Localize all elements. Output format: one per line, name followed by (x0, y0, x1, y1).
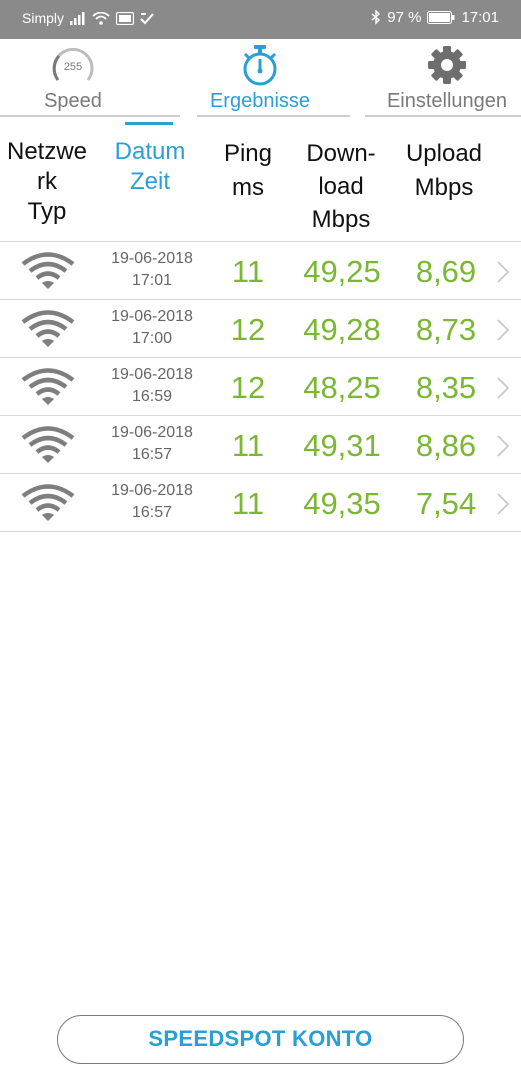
result-row[interactable]: 19-06-2018 16:57 11 49,31 8,86 (0, 416, 521, 474)
stopwatch-icon (239, 44, 281, 93)
chevron-right-icon (496, 492, 510, 521)
speedspot-account-button[interactable]: SPEEDSPOT KONTO (57, 1015, 464, 1064)
result-date: 19-06-2018 (111, 308, 193, 325)
speedometer-icon: 255 (50, 44, 96, 91)
status-bar-left: Simply (22, 10, 154, 26)
header-download-line2: load (318, 173, 364, 200)
result-download: 49,31 (303, 428, 381, 463)
tab-speed[interactable]: 255 Speed (20, 39, 126, 117)
result-ping: 12 (230, 312, 266, 347)
status-bar-right: 97 % 17:01 (371, 9, 499, 26)
result-ping: 11 (231, 486, 265, 521)
chevron-right-icon (496, 376, 510, 405)
result-time: 17:01 (131, 272, 173, 289)
wifi-icon (20, 425, 76, 470)
header-download-line1: Down- (306, 140, 376, 167)
battery-percent: 97 % (387, 9, 422, 26)
result-download: 49,35 (303, 486, 381, 521)
result-upload: 7,54 (415, 486, 477, 521)
result-time: 16:59 (131, 388, 173, 405)
header-download-line3: Mbps (311, 206, 371, 233)
result-row[interactable]: 19-06-2018 16:57 11 49,35 7,54 (0, 474, 521, 532)
header-network-type[interactable]: Netzwe rk Typ (0, 137, 94, 227)
result-datetime: 19-06-2018 16:57 (96, 480, 208, 524)
header-network-line1: Netzwe (6, 138, 88, 165)
results-table-header: Netzwe rk Typ Datum Zeit Ping ms Down- l… (0, 117, 521, 242)
chevron-right-icon (496, 434, 510, 463)
gear-icon (426, 44, 468, 91)
result-upload: 8,86 (415, 428, 477, 463)
check-notification-icon (140, 12, 154, 25)
result-date: 19-06-2018 (111, 482, 193, 499)
header-date-line1: Datum (114, 138, 186, 165)
tv-app-icon (116, 11, 135, 25)
header-network-line2: rk (37, 168, 57, 195)
chevron-right-icon (496, 260, 510, 289)
result-upload: 8,69 (415, 254, 477, 289)
header-download[interactable]: Down- load Mbps (294, 137, 388, 236)
bluetooth-icon (371, 10, 381, 25)
result-datetime: 19-06-2018 16:57 (96, 422, 208, 466)
tab-einstellungen-label: Einstellungen (386, 90, 508, 112)
header-ping-line1: Ping (223, 140, 273, 167)
carrier-name: Simply (22, 10, 65, 26)
result-ping: 11 (231, 254, 265, 289)
tab-ergebnisse[interactable]: Ergebnisse (200, 39, 320, 117)
header-network-line3: Typ (27, 198, 67, 225)
result-date: 19-06-2018 (111, 366, 193, 383)
result-time: 17:00 (131, 330, 173, 347)
speed-gauge-value: 255 (64, 61, 82, 73)
wifi-icon (20, 367, 76, 412)
tab-bar: 255 Speed Ergebnisse Einstellungen (0, 39, 521, 117)
result-datetime: 19-06-2018 17:01 (96, 248, 208, 292)
result-date: 19-06-2018 (111, 424, 193, 441)
result-ping: 12 (230, 370, 266, 405)
result-download: 49,28 (303, 312, 381, 347)
header-upload-line1: Upload (405, 140, 483, 167)
header-upload-line2: Mbps (414, 174, 474, 201)
result-download: 49,25 (303, 254, 381, 289)
result-time: 16:57 (131, 504, 173, 521)
result-download: 48,25 (303, 370, 381, 405)
result-row[interactable]: 19-06-2018 16:59 12 48,25 8,35 (0, 358, 521, 416)
clock: 17:01 (461, 9, 499, 26)
result-date: 19-06-2018 (111, 250, 193, 267)
result-ping: 11 (231, 428, 265, 463)
result-datetime: 19-06-2018 16:59 (96, 364, 208, 408)
result-upload: 8,73 (415, 312, 477, 347)
chevron-right-icon (496, 318, 510, 347)
result-row[interactable]: 19-06-2018 17:01 11 49,25 8,69 (0, 242, 521, 300)
tab-ergebnisse-label: Ergebnisse (209, 90, 311, 112)
battery-icon (427, 11, 455, 24)
result-time: 16:57 (131, 446, 173, 463)
result-upload: 8,35 (415, 370, 477, 405)
header-ping[interactable]: Ping ms (214, 137, 282, 205)
header-upload[interactable]: Upload Mbps (396, 137, 492, 205)
tab-speed-label: Speed (44, 90, 102, 112)
header-date-time[interactable]: Datum Zeit (104, 137, 196, 197)
wifi-icon (20, 309, 76, 354)
status-bar: Simply 97 % 17:01 (0, 0, 521, 39)
cell-signal-icon (70, 11, 86, 25)
wifi-icon (20, 251, 76, 296)
sort-indicator (125, 122, 173, 125)
header-date-line2: Zeit (129, 168, 170, 195)
wifi-status-icon (92, 11, 110, 25)
header-ping-line2: ms (232, 174, 264, 201)
result-datetime: 19-06-2018 17:00 (96, 306, 208, 350)
wifi-icon (20, 483, 76, 528)
results-list: 19-06-2018 17:01 11 49,25 8,69 19-06-201… (0, 242, 521, 532)
result-row[interactable]: 19-06-2018 17:00 12 49,28 8,73 (0, 300, 521, 358)
tab-einstellungen[interactable]: Einstellungen (376, 39, 518, 117)
